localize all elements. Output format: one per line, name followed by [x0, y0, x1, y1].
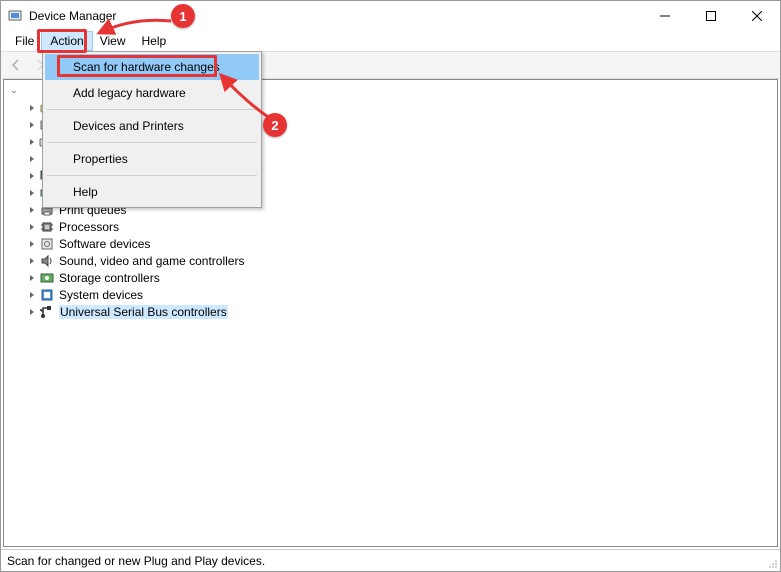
tree-item-label: Processors: [59, 220, 119, 234]
tree-item-label: System devices: [59, 288, 143, 302]
tree-item[interactable]: Processors: [4, 218, 777, 235]
system-icon: [39, 287, 55, 303]
expander-icon[interactable]: ⌄: [8, 85, 20, 97]
chevron-right-icon[interactable]: [26, 238, 38, 250]
tree-item[interactable]: Universal Serial Bus controllers: [4, 303, 777, 320]
dropdown-separator: [47, 109, 257, 110]
titlebar: Device Manager: [1, 1, 780, 31]
back-button[interactable]: [5, 54, 27, 76]
chevron-right-icon[interactable]: [26, 221, 38, 233]
dropdown-item[interactable]: Devices and Printers: [45, 113, 259, 139]
minimize-button[interactable]: [642, 1, 688, 31]
chevron-right-icon[interactable]: [26, 289, 38, 301]
resize-grip-icon[interactable]: [766, 557, 778, 569]
chevron-right-icon[interactable]: [26, 170, 38, 182]
menu-help[interactable]: Help: [134, 32, 175, 50]
dropdown-separator: [47, 175, 257, 176]
chevron-right-icon[interactable]: [26, 102, 38, 114]
maximize-button[interactable]: [688, 1, 734, 31]
dropdown-item[interactable]: Properties: [45, 146, 259, 172]
menu-file[interactable]: File: [7, 32, 42, 50]
menu-action[interactable]: Action: [42, 32, 91, 50]
window-title: Device Manager: [29, 9, 642, 23]
tree-item-label: Sound, video and game controllers: [59, 254, 244, 268]
menubar: File Action View Help: [1, 31, 780, 51]
chevron-right-icon[interactable]: [26, 255, 38, 267]
cpu-icon: [39, 219, 55, 235]
chevron-right-icon[interactable]: [26, 119, 38, 131]
statusbar: Scan for changed or new Plug and Play de…: [1, 549, 780, 571]
software-icon: [39, 236, 55, 252]
tree-item[interactable]: Storage controllers: [4, 269, 777, 286]
tree-item-label: Software devices: [59, 237, 150, 251]
menu-view[interactable]: View: [92, 32, 134, 50]
dropdown-separator: [47, 142, 257, 143]
app-icon: [7, 8, 23, 24]
storage-icon: [39, 270, 55, 286]
dropdown-item[interactable]: Add legacy hardware: [45, 80, 259, 106]
tree-item-label: Universal Serial Bus controllers: [59, 305, 228, 319]
annotation-callout-2: 2: [263, 113, 287, 137]
dropdown-item[interactable]: Scan for hardware changes: [45, 54, 259, 80]
dropdown-item[interactable]: Help: [45, 179, 259, 205]
window-controls: [642, 1, 780, 31]
close-button[interactable]: [734, 1, 780, 31]
chevron-right-icon[interactable]: [26, 204, 38, 216]
chevron-right-icon[interactable]: [26, 153, 38, 165]
tree-item[interactable]: System devices: [4, 286, 777, 303]
action-dropdown: Scan for hardware changesAdd legacy hard…: [42, 51, 262, 208]
tree-item[interactable]: Sound, video and game controllers: [4, 252, 777, 269]
tree-item[interactable]: Software devices: [4, 235, 777, 252]
annotation-callout-1: 1: [171, 4, 195, 28]
statusbar-text: Scan for changed or new Plug and Play de…: [7, 554, 265, 568]
tree-item-label: Storage controllers: [59, 271, 160, 285]
chevron-right-icon[interactable]: [26, 272, 38, 284]
chevron-right-icon[interactable]: [26, 306, 38, 318]
usb-icon: [39, 304, 55, 320]
chevron-right-icon[interactable]: [26, 136, 38, 148]
sound-icon: [39, 253, 55, 269]
chevron-right-icon[interactable]: [26, 187, 38, 199]
